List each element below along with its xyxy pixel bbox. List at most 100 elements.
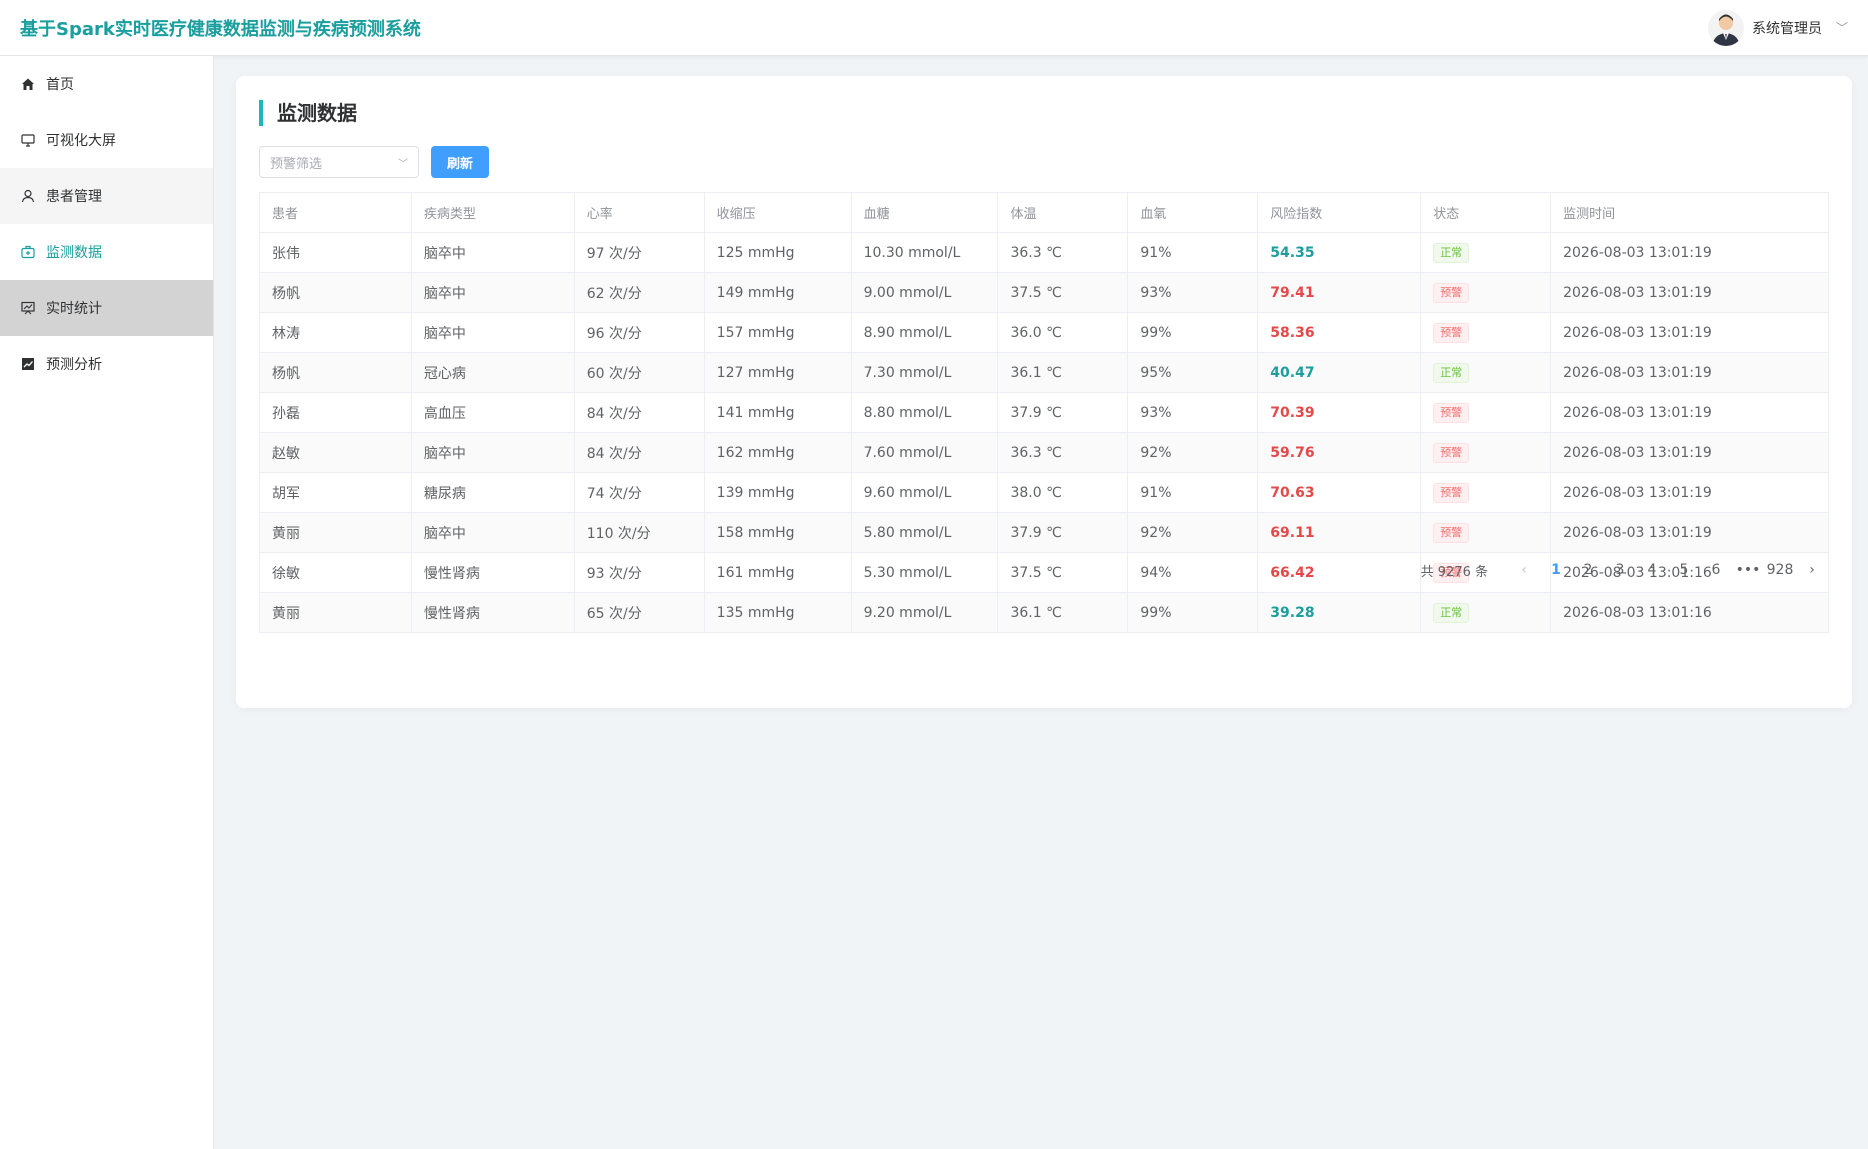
heart-rate-cell: 93 次/分 — [573, 552, 705, 593]
disease-cell: 冠心病 — [410, 352, 575, 393]
temperature-cell: 36.3 ℃ — [997, 432, 1129, 473]
sidebar-item-prediction[interactable]: 预测分析 — [0, 336, 213, 392]
table-row[interactable]: 孙磊 高血压 84 次/分 141 mmHg 8.80 mmol/L 37.9 ℃ 93% 7… — [259, 392, 1829, 433]
disease-cell: 慢性肾病 — [410, 592, 575, 633]
disease-cell: 脑卒中 — [410, 272, 575, 313]
systolic-bp-cell: 161 mmHg — [703, 552, 852, 593]
patient-cell: 赵敏 — [259, 432, 412, 473]
column-header: 血氧 — [1127, 192, 1259, 233]
status-cell: 正常 — [1420, 592, 1552, 633]
status-badge: 预警 — [1433, 282, 1470, 303]
avatar[interactable] — [1707, 9, 1744, 46]
column-header: 状态 — [1420, 192, 1552, 233]
page-button[interactable]: 1 — [1540, 556, 1572, 584]
glucose-cell: 7.60 mmol/L — [850, 432, 999, 473]
systolic-bp-cell: 135 mmHg — [703, 592, 852, 633]
glucose-cell: 8.90 mmol/L — [850, 312, 999, 353]
status-cell: 预警 — [1420, 472, 1552, 513]
page-button[interactable]: 6 — [1700, 556, 1732, 584]
risk-value: 39.28 — [1270, 604, 1315, 621]
chevron-down-icon[interactable]: ﹀ — [1836, 19, 1848, 36]
page-button[interactable]: 928 — [1764, 556, 1796, 584]
risk-value: 69.11 — [1270, 524, 1315, 541]
table-row[interactable]: 黄丽 慢性肾病 65 次/分 135 mmHg 9.20 mmol/L 36.1 ℃ 99%… — [259, 592, 1829, 633]
status-cell: 正常 — [1420, 352, 1552, 393]
sidebar-item-realtime-stats[interactable]: 实时统计 — [0, 280, 213, 336]
patient-cell: 孙磊 — [259, 392, 412, 433]
table-row[interactable]: 黄丽 脑卒中 110 次/分 158 mmHg 5.80 mmol/L 37.9 ℃ 92%… — [259, 512, 1829, 553]
page-button[interactable]: 4 — [1636, 556, 1668, 584]
pagination: 共 9276 条 ‹ 1 2 3 4 5 6 ••• 928 › — [1421, 556, 1828, 584]
page-button[interactable]: 5 — [1668, 556, 1700, 584]
glucose-cell: 9.20 mmol/L — [850, 592, 999, 633]
sidebar-item-dashboard[interactable]: 可视化大屏 — [0, 112, 213, 168]
risk-value: 70.39 — [1270, 404, 1315, 421]
trend-chart-icon — [20, 356, 36, 372]
heart-rate-cell: 110 次/分 — [573, 512, 705, 553]
refresh-button[interactable]: 刷新 — [431, 146, 490, 178]
next-page-button[interactable]: › — [1796, 556, 1828, 584]
alert-filter-placeholder: 预警筛选 — [270, 156, 323, 172]
systolic-bp-cell: 125 mmHg — [703, 232, 852, 273]
app-title: 基于Spark实时医疗健康数据监测与疾病预测系统 — [20, 18, 421, 40]
risk-value: 79.41 — [1270, 284, 1315, 301]
alert-filter-select[interactable]: 预警筛选 ﹀ — [259, 146, 419, 178]
table-row[interactable]: 张伟 脑卒中 97 次/分 125 mmHg 10.30 mmol/L 36.3 ℃ 91%… — [259, 232, 1829, 273]
prev-page-button[interactable]: ‹ — [1508, 556, 1540, 584]
patient-cell: 黄丽 — [259, 512, 412, 553]
sidebar-item-patients[interactable]: 患者管理 — [0, 168, 213, 224]
heart-rate-cell: 60 次/分 — [573, 352, 705, 393]
column-header: 收缩压 — [703, 192, 852, 233]
heart-rate-cell: 97 次/分 — [573, 232, 705, 273]
user-icon — [20, 188, 36, 204]
risk-index-cell: 58.36 — [1257, 312, 1422, 353]
status-badge: 预警 — [1433, 442, 1470, 463]
systolic-bp-cell: 162 mmHg — [703, 432, 852, 473]
sidebar-item-monitoring[interactable]: 监测数据 — [0, 224, 213, 280]
page-button[interactable]: 3 — [1604, 556, 1636, 584]
chart-board-icon — [20, 300, 36, 316]
sidebar-item-home[interactable]: 首页 — [0, 56, 213, 112]
column-header: 体温 — [997, 192, 1129, 233]
spo2-cell: 91% — [1127, 232, 1259, 273]
sidebar-item-label: 可视化大屏 — [46, 133, 116, 149]
table-row[interactable]: 杨帆 脑卒中 62 次/分 149 mmHg 9.00 mmol/L 37.5 ℃ 93% 7… — [259, 272, 1829, 313]
spo2-cell: 93% — [1127, 392, 1259, 433]
monitoring-card: 监测数据 预警筛选 ﹀ 刷新 患者 疾病类型 心率 收缩压 血糖 体温 血氧 风… — [236, 76, 1852, 708]
temperature-cell: 36.1 ℃ — [997, 352, 1129, 393]
status-cell: 预警 — [1420, 312, 1552, 353]
toolbar: 预警筛选 ﹀ 刷新 — [259, 146, 1829, 178]
column-header: 患者 — [259, 192, 412, 233]
glucose-cell: 10.30 mmol/L — [850, 232, 999, 273]
risk-value: 70.63 — [1270, 484, 1315, 501]
table-row[interactable]: 胡军 糖尿病 74 次/分 139 mmHg 9.60 mmol/L 38.0 ℃ 91% 7… — [259, 472, 1829, 513]
glucose-cell: 7.30 mmol/L — [850, 352, 999, 393]
risk-value: 40.47 — [1270, 364, 1315, 381]
more-pages-button[interactable]: ••• — [1732, 556, 1764, 584]
heart-rate-cell: 74 次/分 — [573, 472, 705, 513]
heart-rate-cell: 84 次/分 — [573, 432, 705, 473]
temperature-cell: 36.0 ℃ — [997, 312, 1129, 353]
table-row[interactable]: 杨帆 冠心病 60 次/分 127 mmHg 7.30 mmol/L 36.1 ℃ 95% 4… — [259, 352, 1829, 393]
risk-index-cell: 79.41 — [1257, 272, 1422, 313]
glucose-cell: 8.80 mmol/L — [850, 392, 999, 433]
table-row[interactable]: 赵敏 脑卒中 84 次/分 162 mmHg 7.60 mmol/L 36.3 ℃ 92% 5… — [259, 432, 1829, 473]
disease-cell: 慢性肾病 — [410, 552, 575, 593]
risk-index-cell: 70.39 — [1257, 392, 1422, 433]
column-header: 疾病类型 — [410, 192, 575, 233]
disease-cell: 脑卒中 — [410, 232, 575, 273]
risk-index-cell: 69.11 — [1257, 512, 1422, 553]
status-badge: 预警 — [1433, 522, 1470, 543]
user-menu[interactable]: 系统管理员 ﹀ — [1707, 9, 1848, 46]
medical-kit-icon — [20, 244, 36, 260]
risk-index-cell: 59.76 — [1257, 432, 1422, 473]
table-header-row: 患者 疾病类型 心率 收缩压 血糖 体温 血氧 风险指数 状态 监测时间 — [259, 192, 1829, 233]
heart-rate-cell: 84 次/分 — [573, 392, 705, 433]
status-badge: 正常 — [1433, 242, 1470, 263]
status-badge: 正常 — [1433, 602, 1470, 623]
patient-cell: 杨帆 — [259, 272, 412, 313]
user-name[interactable]: 系统管理员 — [1752, 18, 1822, 38]
status-cell: 预警 — [1420, 432, 1552, 473]
table-row[interactable]: 林涛 脑卒中 96 次/分 157 mmHg 8.90 mmol/L 36.0 ℃ 99% 5… — [259, 312, 1829, 353]
page-button[interactable]: 2 — [1572, 556, 1604, 584]
